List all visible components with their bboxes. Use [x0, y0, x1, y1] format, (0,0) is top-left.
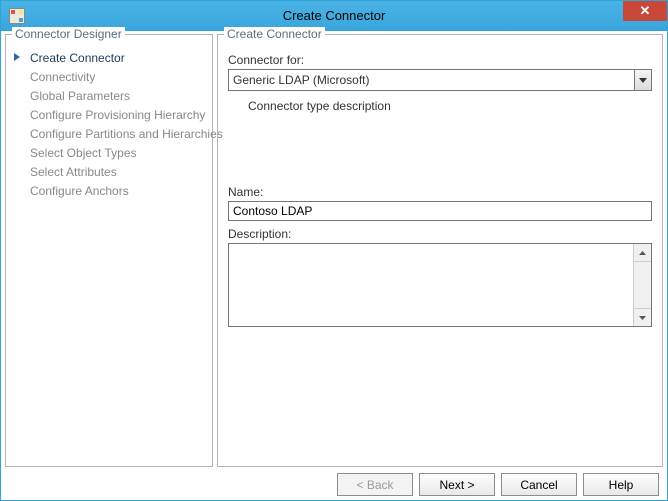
- help-button[interactable]: Help: [583, 473, 659, 496]
- scroll-down-icon[interactable]: [634, 308, 651, 326]
- cancel-button[interactable]: Cancel: [501, 473, 577, 496]
- step-select-attributes[interactable]: Select Attributes: [12, 163, 206, 182]
- wizard-steps-list: Create Connector Connectivity Global Par…: [12, 49, 206, 201]
- name-input[interactable]: [228, 201, 652, 221]
- window-frame: Create Connector ✕ Connector Designer Cr…: [0, 0, 668, 501]
- description-textarea[interactable]: [229, 244, 633, 326]
- window-title: Create Connector: [1, 8, 667, 23]
- connector-designer-legend: Connector Designer: [12, 27, 125, 41]
- connector-for-label: Connector for:: [228, 53, 652, 67]
- name-label: Name:: [228, 185, 652, 199]
- connector-designer-panel: Connector Designer Create Connector Conn…: [5, 34, 213, 467]
- connector-for-select[interactable]: Generic LDAP (Microsoft): [228, 69, 652, 91]
- create-connector-panel: Create Connector Connector for: Generic …: [217, 34, 663, 467]
- create-connector-legend: Create Connector: [224, 27, 325, 41]
- wizard-button-bar: < Back Next > Cancel Help: [5, 467, 663, 496]
- next-button[interactable]: Next >: [419, 473, 495, 496]
- step-configure-provisioning-hierarchy[interactable]: Configure Provisioning Hierarchy: [12, 106, 206, 125]
- chevron-down-icon[interactable]: [634, 70, 651, 90]
- scroll-up-icon[interactable]: [634, 244, 651, 262]
- step-global-parameters[interactable]: Global Parameters: [12, 87, 206, 106]
- connector-type-description: Connector type description: [248, 99, 652, 113]
- step-configure-partitions-and-hierarchies[interactable]: Configure Partitions and Hierarchies: [12, 125, 206, 144]
- connector-for-value: Generic LDAP (Microsoft): [229, 73, 634, 87]
- step-configure-anchors[interactable]: Configure Anchors: [12, 182, 206, 201]
- step-create-connector[interactable]: Create Connector: [12, 49, 206, 68]
- description-field: [228, 243, 652, 327]
- close-button[interactable]: ✕: [623, 1, 667, 21]
- step-connectivity[interactable]: Connectivity: [12, 68, 206, 87]
- step-select-object-types[interactable]: Select Object Types: [12, 144, 206, 163]
- back-button: < Back: [337, 473, 413, 496]
- description-scrollbar[interactable]: [633, 244, 651, 326]
- description-label: Description:: [228, 227, 652, 241]
